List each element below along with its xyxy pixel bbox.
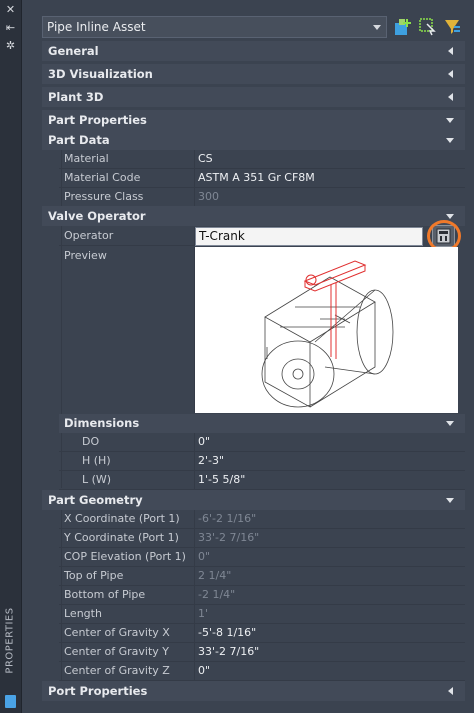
property-label: H (H)	[59, 452, 195, 471]
property-value[interactable]: 33'-2 7/16"	[195, 643, 465, 662]
property-value[interactable]: 0"	[195, 662, 465, 681]
property-row[interactable]: X Coordinate (Port 1) -6'-2 1/16"	[59, 510, 465, 529]
property-value[interactable]: 1'-5 5/8"	[195, 471, 465, 490]
property-label: COP Elevation (Port 1)	[59, 548, 195, 567]
property-row[interactable]: Pressure Class 300	[59, 188, 465, 207]
expand-down-icon	[446, 118, 454, 123]
property-row[interactable]: Material Code ASTM A 351 Gr CF8M	[59, 169, 465, 188]
section-part-geometry[interactable]: Part Geometry	[42, 490, 465, 510]
property-row[interactable]: Length 1'	[59, 605, 465, 624]
property-row[interactable]: Center of Gravity X -5'-8 1/16"	[59, 624, 465, 643]
property-value[interactable]: 0"	[195, 433, 465, 452]
quick-select-icon[interactable]	[442, 17, 461, 36]
section-plant-3d[interactable]: Plant 3D	[42, 87, 465, 107]
property-value: 33'-2 7/16"	[195, 529, 465, 548]
toggle-pickadd-icon[interactable]	[394, 17, 413, 36]
property-row[interactable]: Y Coordinate (Port 1) 33'-2 7/16"	[59, 529, 465, 548]
property-row[interactable]: Material CS	[59, 150, 465, 169]
section-dimensions[interactable]: Dimensions	[59, 414, 465, 433]
operator-label: Operator	[59, 227, 195, 246]
property-label: Pressure Class	[59, 188, 195, 207]
preview-label: Preview	[64, 249, 107, 262]
property-row[interactable]: H (H) 2'-3"	[59, 452, 465, 471]
property-row[interactable]: COP Elevation (Port 1) 0"	[59, 548, 465, 567]
property-label: Center of Gravity X	[59, 624, 195, 643]
property-label: X Coordinate (Port 1)	[59, 510, 195, 529]
property-label: Y Coordinate (Port 1)	[59, 529, 195, 548]
property-row[interactable]: Center of Gravity Y 33'-2 7/16"	[59, 643, 465, 662]
property-label: Center of Gravity Z	[59, 662, 195, 681]
property-row[interactable]: Center of Gravity Z 0"	[59, 662, 465, 681]
property-value: -6'-2 1/16"	[195, 510, 465, 529]
property-label: DO	[59, 433, 195, 452]
palette-icon[interactable]	[5, 695, 16, 708]
property-value[interactable]: -5'-8 1/16"	[195, 624, 465, 643]
property-label: Length	[59, 605, 195, 624]
property-label: L (W)	[59, 471, 195, 490]
property-label: Center of Gravity Y	[59, 643, 195, 662]
property-value: 1'	[195, 605, 465, 624]
section-general[interactable]: General	[42, 41, 465, 61]
section-valve-operator[interactable]: Valve Operator	[42, 206, 465, 226]
property-value: 0"	[195, 548, 465, 567]
auto-hide-icon[interactable]: ⇤	[4, 21, 17, 34]
close-icon[interactable]: ✕	[4, 3, 17, 16]
property-row[interactable]: DO 0"	[59, 433, 465, 452]
collapse-left-icon	[448, 687, 453, 695]
operator-preview-image	[195, 247, 458, 413]
section-part-properties[interactable]: Part Properties	[42, 110, 465, 130]
property-label: Material	[59, 150, 195, 169]
palette-title: PROPERTIES	[4, 607, 16, 674]
select-objects-icon[interactable]	[418, 17, 437, 36]
preview-label-cell: Preview	[59, 247, 195, 413]
property-label: Material Code	[59, 169, 195, 188]
section-part-data[interactable]: Part Data	[42, 130, 465, 150]
property-row[interactable]: Bottom of Pipe -2 1/4"	[59, 586, 465, 605]
property-row[interactable]: L (W) 1'-5 5/8"	[59, 471, 465, 490]
settings-icon[interactable]: ✲	[4, 39, 17, 52]
collapse-left-icon	[448, 70, 453, 78]
section-port-properties[interactable]: Port Properties	[42, 681, 465, 701]
property-value: 300	[195, 188, 465, 207]
chevron-down-icon	[373, 25, 381, 30]
property-value: ASTM A 351 Gr CF8M	[195, 169, 465, 188]
object-type-select[interactable]: Pipe Inline Asset	[42, 16, 387, 38]
top-toolbar: Pipe Inline Asset	[42, 15, 474, 39]
palette-strip: ✕ ⇤ ✲ PROPERTIES	[0, 0, 22, 713]
operator-input[interactable]: T-Crank	[195, 227, 423, 246]
property-value[interactable]: 2'-3"	[195, 452, 465, 471]
property-value: -2 1/4"	[195, 586, 465, 605]
property-row[interactable]: Top of Pipe 2 1/4"	[59, 567, 465, 586]
property-label: Bottom of Pipe	[59, 586, 195, 605]
expand-down-icon	[446, 421, 454, 426]
collapse-left-icon	[448, 93, 453, 101]
collapse-left-icon	[448, 47, 453, 55]
property-value: 2 1/4"	[195, 567, 465, 586]
property-label: Top of Pipe	[59, 567, 195, 586]
expand-down-icon	[446, 498, 454, 503]
expand-down-icon	[446, 138, 454, 143]
section-3d-visualization[interactable]: 3D Visualization	[42, 64, 465, 84]
expand-down-icon	[446, 214, 454, 219]
property-value: CS	[195, 150, 465, 169]
